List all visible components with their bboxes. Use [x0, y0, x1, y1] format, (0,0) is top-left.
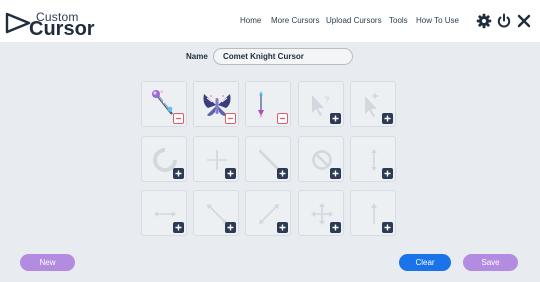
add-cursor-button[interactable] — [330, 113, 341, 124]
cursor-slot-10[interactable] — [350, 136, 396, 182]
minus-icon — [176, 117, 181, 120]
nav-more-cursors[interactable]: More Cursors — [271, 16, 319, 25]
cursor-slot-2[interactable] — [193, 81, 239, 127]
add-cursor-button[interactable] — [382, 222, 393, 233]
plus-icon — [384, 224, 391, 231]
plus-icon — [279, 170, 286, 177]
plus-icon — [332, 115, 339, 122]
plus-icon — [332, 170, 339, 177]
cursor-slot-8[interactable] — [245, 136, 291, 182]
add-cursor-button[interactable] — [277, 168, 288, 179]
plus-icon — [175, 224, 182, 231]
plus-icon — [227, 224, 234, 231]
nav-upload-cursors[interactable]: Upload Cursors — [326, 16, 382, 25]
svg-text:?: ? — [324, 95, 330, 105]
clear-button[interactable]: Clear — [399, 254, 451, 271]
top-bar: Custom Cursor Home More Cursors Upload C… — [0, 0, 540, 42]
minus-icon — [228, 117, 233, 120]
cursor-slot-5[interactable] — [350, 81, 396, 127]
main-nav: Home More Cursors Upload Cursors Tools H… — [0, 16, 540, 28]
power-icon[interactable] — [496, 13, 512, 29]
add-cursor-button[interactable] — [225, 222, 236, 233]
cursor-slot-1[interactable] — [141, 81, 187, 127]
close-icon[interactable] — [516, 13, 532, 29]
cursor-slot-3[interactable] — [245, 81, 291, 127]
plus-icon — [384, 170, 391, 177]
remove-cursor-button[interactable] — [277, 113, 288, 124]
new-button[interactable]: New — [20, 254, 75, 271]
add-cursor-button[interactable] — [330, 168, 341, 179]
plus-icon — [279, 224, 286, 231]
nav-tools[interactable]: Tools — [389, 16, 408, 25]
remove-cursor-button[interactable] — [225, 113, 236, 124]
plus-icon — [332, 224, 339, 231]
plus-icon — [227, 170, 234, 177]
minus-icon — [280, 117, 285, 120]
cursor-slot-12[interactable] — [193, 190, 239, 236]
nav-home[interactable]: Home — [240, 16, 261, 25]
plus-icon — [384, 115, 391, 122]
cursor-slot-13[interactable] — [245, 190, 291, 236]
add-cursor-button[interactable] — [173, 168, 184, 179]
remove-cursor-button[interactable] — [173, 113, 184, 124]
add-cursor-button[interactable] — [173, 222, 184, 233]
add-cursor-button[interactable] — [225, 168, 236, 179]
plus-icon — [175, 170, 182, 177]
add-cursor-button[interactable] — [382, 113, 393, 124]
cursor-slot-7[interactable] — [193, 136, 239, 182]
cursor-slot-11[interactable] — [141, 190, 187, 236]
add-cursor-button[interactable] — [330, 222, 341, 233]
gear-icon[interactable] — [476, 13, 492, 29]
nav-how-to-use[interactable]: How To Use — [416, 16, 459, 25]
cursor-slot-6[interactable] — [141, 136, 187, 182]
cursor-slot-4[interactable]: ? — [298, 81, 344, 127]
cursor-slot-9[interactable] — [298, 136, 344, 182]
cursor-slot-14[interactable] — [298, 190, 344, 236]
add-cursor-button[interactable] — [277, 222, 288, 233]
cursor-slot-15[interactable] — [350, 190, 396, 236]
cursor-name-input[interactable]: Comet Knight Cursor — [213, 48, 353, 65]
save-button[interactable]: Save — [463, 254, 518, 271]
add-cursor-button[interactable] — [382, 168, 393, 179]
name-label: Name — [186, 52, 208, 61]
